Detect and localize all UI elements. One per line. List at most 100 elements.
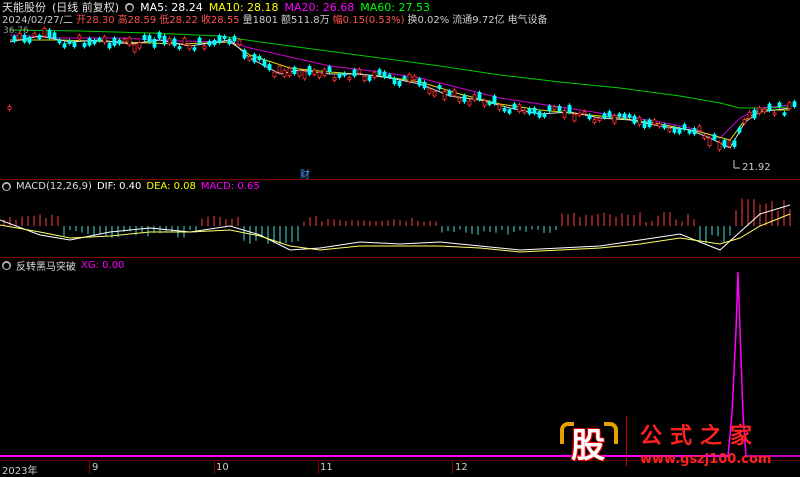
candle-body (622, 113, 627, 119)
candle-body (367, 75, 372, 81)
axis-tick (214, 461, 215, 474)
candle-body (712, 134, 717, 140)
candle-body (702, 135, 707, 139)
candle-body (417, 78, 422, 86)
candle-body (357, 69, 362, 74)
candle-body (457, 97, 462, 103)
candle-body (467, 100, 472, 106)
axis-label-nov: 11 (320, 462, 333, 473)
ma60-line (9, 29, 791, 109)
candle-body (732, 140, 737, 147)
candle-body (162, 35, 167, 45)
candle-body (507, 109, 512, 114)
candle-body (332, 77, 337, 81)
candle-body (612, 114, 617, 124)
indicator-title[interactable]: 反转黑马突破 (16, 258, 76, 273)
macd-header: ● MACD(12,26,9) DIF: 0.40 DEA: 0.08 MACD… (2, 180, 260, 192)
candle-body (122, 38, 127, 43)
candle-body (717, 142, 722, 151)
candle-body (222, 36, 227, 39)
candle-body (547, 105, 552, 112)
candle-body (627, 114, 632, 118)
candle-body (687, 130, 692, 134)
candle-body (562, 110, 567, 119)
candle-body (542, 113, 547, 118)
candle-body (647, 119, 652, 127)
candle-body (362, 75, 367, 82)
candle-body (292, 67, 297, 75)
candle-body (192, 47, 197, 51)
candle-body (322, 68, 327, 77)
candle-body (42, 27, 47, 37)
candle-body (557, 105, 562, 112)
axis-tick (318, 461, 319, 474)
candle-body (207, 41, 212, 46)
candle-body (252, 54, 257, 63)
candle-body (792, 101, 797, 108)
candle-body (617, 113, 622, 117)
candlestick-group (7, 26, 797, 152)
candle-body (237, 39, 242, 46)
candle-body (92, 39, 97, 45)
candle-body (197, 37, 202, 44)
candle-body (312, 69, 317, 75)
candle-body (667, 127, 672, 132)
candle-body (372, 71, 377, 79)
candle-body (342, 72, 347, 76)
candle-body (407, 73, 412, 82)
candle-body (302, 71, 307, 80)
xg-label: XG: 0.00 (81, 259, 125, 271)
axis-label-sep: 9 (92, 462, 99, 473)
chart-canvas[interactable] (0, 0, 800, 474)
macd-settings-icon[interactable]: ● (2, 181, 11, 191)
candle-body (522, 110, 527, 114)
candle-body (87, 38, 92, 46)
candle-body (187, 45, 192, 50)
watermark-title: 公式之家 (640, 424, 761, 449)
candle-body (147, 35, 152, 43)
candle-body (502, 108, 507, 112)
candle-body (567, 104, 572, 113)
axis-label-year: 2023年 (2, 466, 38, 477)
candle-body (157, 32, 162, 39)
candle-body (127, 37, 132, 46)
candle-body (427, 88, 432, 94)
candle-body (527, 108, 532, 115)
candle-body (282, 69, 287, 77)
candle-body (387, 74, 392, 78)
candle-body (97, 38, 102, 42)
candle-body (337, 73, 342, 78)
candle-body (677, 128, 682, 134)
macd-title[interactable]: MACD(12,26,9) (16, 181, 92, 192)
macd-histogram (3, 198, 791, 245)
candle-body (747, 111, 752, 119)
candle-body (77, 35, 82, 40)
candle-body (212, 39, 217, 45)
candle-body (402, 76, 407, 80)
candle-body (727, 140, 732, 147)
axis-label-dec: 12 (455, 462, 468, 473)
candle-body (642, 120, 647, 128)
candle-body (112, 37, 117, 46)
candle-body (317, 71, 322, 78)
candle-body (787, 102, 792, 109)
candle-body (437, 85, 442, 89)
candle-body (482, 100, 487, 107)
candle-body (117, 39, 122, 45)
price-top-label: 36.76 (3, 26, 29, 36)
candle-body (62, 43, 67, 48)
candle-body (432, 91, 437, 97)
candle-body (397, 80, 402, 87)
candle-body (82, 42, 87, 48)
candle-body (172, 38, 177, 47)
candle-body (737, 127, 742, 133)
candle-body (657, 123, 662, 127)
indicator-settings-icon[interactable]: ● (2, 260, 11, 270)
dif-label: DIF: 0.40 (96, 180, 142, 192)
candle-body (597, 117, 602, 121)
watermark-divider (626, 416, 627, 466)
candle-body (497, 104, 502, 111)
candle-body (757, 107, 762, 115)
candle-body (582, 111, 587, 115)
candle-body (47, 29, 52, 39)
